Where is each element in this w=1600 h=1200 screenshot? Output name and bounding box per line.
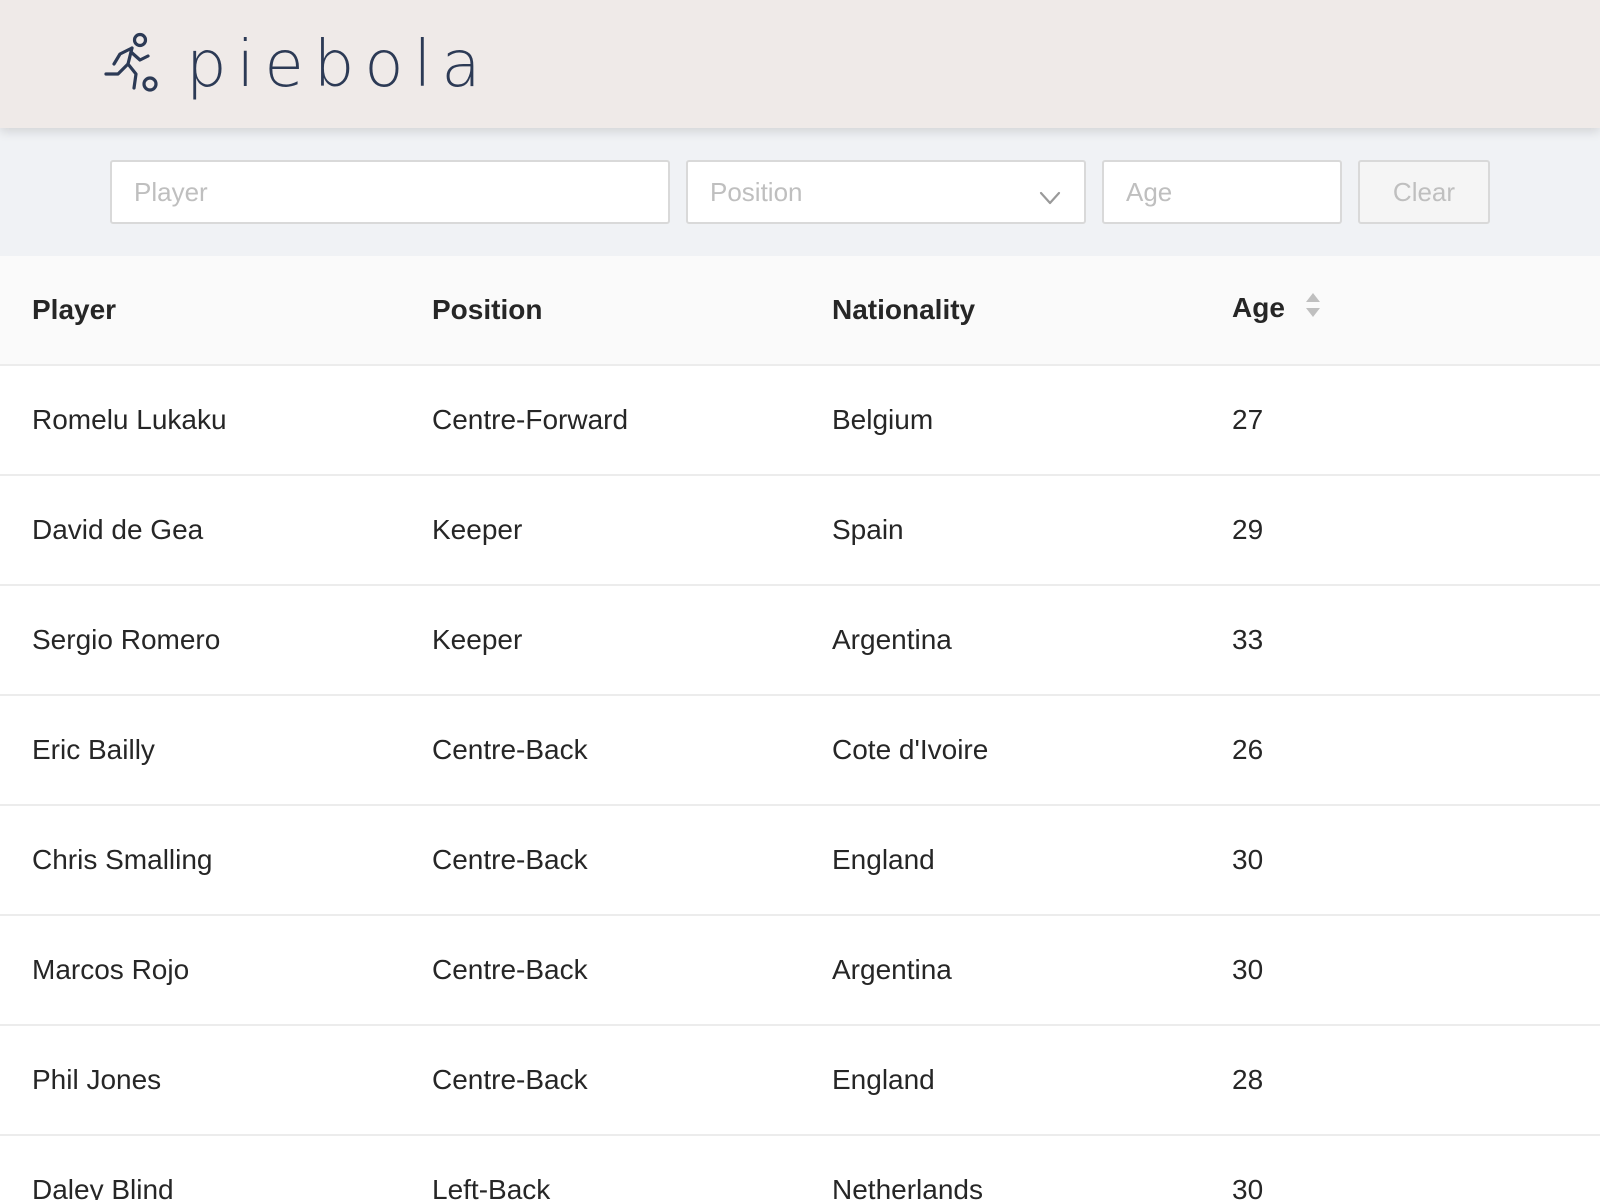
cell-age: 33 (1232, 624, 1264, 655)
running-player-icon (98, 30, 162, 99)
table-row[interactable]: Chris Smalling Centre-Back England 30 (0, 806, 1600, 916)
age-input[interactable]: Age (1102, 160, 1342, 224)
filter-bar: Player Position Age Clear (0, 128, 1600, 256)
cell-position: Centre-Back (432, 844, 588, 875)
sort-icon[interactable] (1305, 291, 1321, 326)
table-row[interactable]: Phil Jones Centre-Back England 28 (0, 1026, 1600, 1136)
cell-position: Centre-Back (432, 734, 588, 765)
clear-label: Clear (1392, 176, 1456, 207)
age-placeholder: Age (1126, 176, 1173, 207)
player-search-input[interactable]: Player (110, 160, 670, 224)
cell-player: Romelu Lukaku (32, 404, 227, 435)
cell-position: Left-Back (432, 1174, 551, 1200)
position-placeholder: Position (710, 176, 803, 207)
cell-nationality: Belgium (832, 404, 934, 435)
table-row[interactable]: Eric Bailly Centre-Back Cote d'Ivoire 26 (0, 696, 1600, 806)
table-row[interactable]: Marcos Rojo Centre-Back Argentina 30 (0, 916, 1600, 1026)
column-header-age-label: Age (1232, 292, 1285, 324)
cell-age: 30 (1232, 954, 1264, 985)
cell-nationality: Argentina (832, 624, 952, 655)
cell-age: 30 (1232, 1174, 1264, 1200)
table-header: Player Position Nationality Age (0, 256, 1600, 366)
cell-player: Eric Bailly (32, 734, 155, 765)
column-header-player: Player (32, 294, 117, 325)
cell-age: 27 (1232, 404, 1264, 435)
logo-text: piebola (186, 27, 491, 102)
column-header-age[interactable]: Age (1232, 292, 1321, 327)
position-select[interactable]: Position (686, 160, 1086, 224)
cell-nationality: Cote d'Ivoire (832, 734, 989, 765)
table-body: Romelu Lukaku Centre-Forward Belgium 27 Davi… (0, 366, 1600, 1200)
player-placeholder: Player (134, 176, 208, 207)
cell-nationality: Netherlands (832, 1174, 983, 1200)
cell-nationality: England (832, 844, 935, 875)
table-row[interactable]: Sergio Romero Keeper Argentina 33 (0, 586, 1600, 696)
cell-nationality: Argentina (832, 954, 952, 985)
cell-position: Keeper (432, 624, 523, 655)
chevron-down-icon (1038, 184, 1062, 205)
cell-position: Centre-Forward (432, 404, 629, 435)
cell-nationality: Spain (832, 514, 904, 545)
table-row[interactable]: Daley Blind Left-Back Netherlands 30 (0, 1136, 1600, 1200)
clear-button[interactable]: Clear (1358, 160, 1490, 224)
cell-age: 29 (1232, 514, 1264, 545)
cell-position: Centre-Back (432, 954, 588, 985)
cell-nationality: England (832, 1064, 935, 1095)
cell-player: Chris Smalling (32, 844, 213, 875)
table-row[interactable]: Romelu Lukaku Centre-Forward Belgium 27 (0, 366, 1600, 476)
cell-age: 30 (1232, 844, 1264, 875)
cell-age: 26 (1232, 734, 1264, 765)
cell-player: David de Gea (32, 514, 204, 545)
players-table: Player Position Nationality Age Romelu L… (0, 256, 1600, 1200)
cell-player: Marcos Rojo (32, 954, 190, 985)
column-header-nationality: Nationality (832, 294, 976, 325)
logo[interactable]: piebola (98, 30, 491, 99)
cell-player: Daley Blind (32, 1174, 174, 1200)
cell-position: Keeper (432, 514, 523, 545)
app-header: piebola (0, 0, 1600, 128)
cell-age: 28 (1232, 1064, 1264, 1095)
cell-player: Sergio Romero (32, 624, 221, 655)
table-row[interactable]: David de Gea Keeper Spain 29 (0, 476, 1600, 586)
cell-player: Phil Jones (32, 1064, 162, 1095)
cell-position: Centre-Back (432, 1064, 588, 1095)
column-header-position: Position (432, 294, 543, 325)
